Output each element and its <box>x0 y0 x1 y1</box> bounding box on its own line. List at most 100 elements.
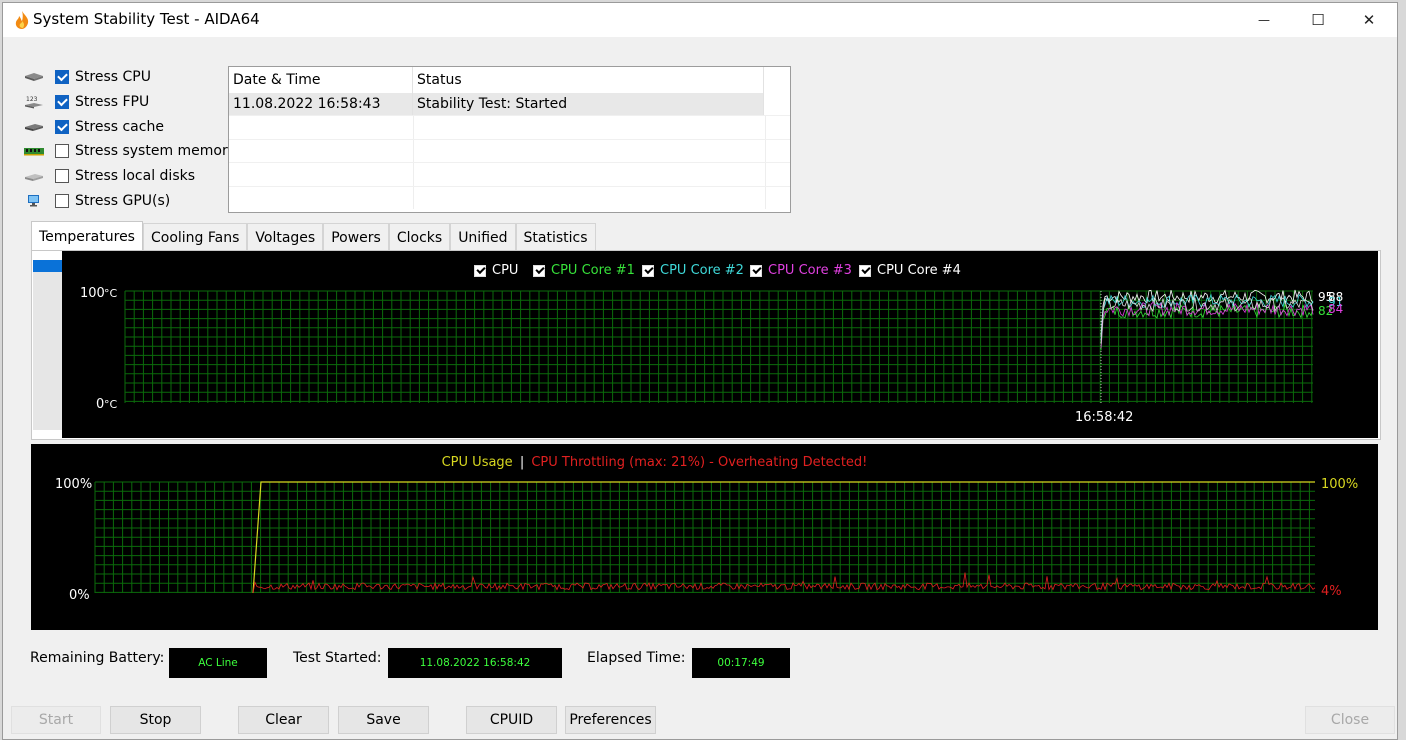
disk-drive-icon <box>25 174 43 182</box>
temperature-graph: CPU CPU Core #1 CPU Core #2 CPU Core #3 … <box>62 251 1378 438</box>
temp-series-5-line <box>1100 296 1314 344</box>
memory-module-icon <box>24 148 44 156</box>
log-empty-row <box>229 115 790 139</box>
stress-cache-option[interactable]: Stress cache <box>23 114 236 139</box>
legend-core1-checkbox[interactable] <box>533 264 545 277</box>
stress-gpu-checkbox[interactable] <box>55 193 69 208</box>
stress-gpu-option[interactable]: Stress GPU(s) <box>23 188 236 213</box>
legend-core3-checkbox[interactable] <box>750 264 762 277</box>
start-button[interactable]: Start <box>11 706 101 734</box>
graph-scroll-thumb[interactable] <box>33 260 62 272</box>
cpu-throttling-line <box>252 572 1316 594</box>
save-button[interactable]: Save <box>338 706 429 734</box>
maximize-icon: ☐ <box>1311 11 1325 29</box>
usage-title: CPU Usage <box>441 455 513 470</box>
log-empty-row <box>229 138 790 162</box>
preferences-button[interactable]: Preferences <box>565 706 656 734</box>
usage-graph-title: CPU Usage | CPU Throttling (max: 21%) - … <box>31 455 1278 470</box>
stress-disks-checkbox[interactable] <box>55 169 69 184</box>
temp-y-top-unit: °C <box>104 287 118 300</box>
temp-series-1-line <box>1100 289 1314 336</box>
test-started-value: 11.08.2022 16:58:42 <box>388 648 562 678</box>
graph-scroll-track[interactable] <box>33 260 62 430</box>
log-header-status[interactable]: Status <box>413 67 764 93</box>
temp-series-3-line <box>1100 293 1314 341</box>
stress-cpu-checkbox[interactable] <box>55 70 69 85</box>
stress-fpu-label: Stress FPU <box>75 94 150 111</box>
legend-core4-label: CPU Core #4 <box>877 263 961 278</box>
svg-text:123: 123 <box>26 96 38 103</box>
stress-cache-label: Stress cache <box>75 118 164 135</box>
tab-voltages[interactable]: Voltages <box>247 223 324 250</box>
stop-button[interactable]: Stop <box>110 706 201 734</box>
elapsed-time-label: Elapsed Time: <box>587 650 686 666</box>
tab-powers[interactable]: Powers <box>323 223 389 250</box>
temp-y-bottom-unit: °C <box>104 398 118 411</box>
stress-memory-label: Stress system memory <box>75 143 237 160</box>
stress-disks-option[interactable]: Stress local disks <box>23 164 236 189</box>
temp-end-value-5: 84 <box>1328 302 1343 316</box>
legend-cpu-label: CPU <box>492 263 519 278</box>
stress-cache-checkbox[interactable] <box>55 119 69 134</box>
minimize-button[interactable]: — <box>1238 3 1290 37</box>
temp-series-4-line <box>1100 301 1314 349</box>
legend-cpu-core-2[interactable]: CPU Core #2 <box>642 263 744 278</box>
legend-core3-label: CPU Core #3 <box>768 263 852 278</box>
throttle-title: CPU Throttling (max: 21%) - Overheating … <box>531 455 868 470</box>
elapsed-time-value: 00:17:49 <box>692 648 790 678</box>
legend-cpu-core-1[interactable]: CPU Core #1 <box>533 263 635 278</box>
stress-fpu-option[interactable]: 123 Stress FPU <box>23 90 236 115</box>
tab-unified[interactable]: Unified <box>450 223 516 250</box>
stress-cpu-option[interactable]: Stress CPU <box>23 65 236 90</box>
clear-button[interactable]: Clear <box>238 706 329 734</box>
stress-memory-option[interactable]: Stress system memory <box>23 139 236 164</box>
cpuid-button[interactable]: CPUID <box>466 706 557 734</box>
log-header-spacer <box>764 67 790 93</box>
legend-cpu-checkbox[interactable] <box>474 264 486 277</box>
gpu-monitor-icon <box>28 194 39 207</box>
tab-cooling-fans[interactable]: Cooling Fans <box>142 223 248 250</box>
maximize-button[interactable]: ☐ <box>1292 3 1344 37</box>
log-header-datetime[interactable]: Date & Time <box>229 67 413 93</box>
battery-label: Remaining Battery: <box>30 650 165 666</box>
log-empty-row <box>229 162 790 186</box>
minimize-icon: — <box>1258 13 1270 27</box>
title-separator: | <box>519 455 525 470</box>
cache-chip-icon <box>25 123 43 131</box>
stress-options-list: Stress CPU 123 Stress FPU Stress cache S… <box>23 65 236 213</box>
temp-series-2-line <box>1100 303 1314 351</box>
legend-core2-checkbox[interactable] <box>642 264 654 277</box>
flame-icon <box>15 11 29 29</box>
throttle-end-value-label: 4% <box>1321 584 1342 599</box>
temp-end-value-3: 88 <box>1328 290 1343 304</box>
stress-fpu-checkbox[interactable] <box>55 95 69 110</box>
stress-memory-checkbox[interactable] <box>55 144 69 159</box>
window-scrollbar[interactable] <box>1387 43 1395 693</box>
stress-cpu-label: Stress CPU <box>75 69 151 86</box>
log-empty-row <box>229 185 790 209</box>
usage-y-top-label: 100% <box>55 477 92 492</box>
tab-clocks[interactable]: Clocks <box>388 223 451 250</box>
legend-core4-checkbox[interactable] <box>859 264 871 277</box>
tab-statistics[interactable]: Statistics <box>515 223 596 250</box>
close-window-button[interactable]: ✕ <box>1343 3 1395 37</box>
fpu-123-icon: 123 <box>25 96 43 109</box>
legend-cpu-core-3[interactable]: CPU Core #3 <box>750 263 852 278</box>
legend-core2-label: CPU Core #2 <box>660 263 744 278</box>
title-bar[interactable]: System Stability Test - AIDA64 — ☐ ✕ <box>3 3 1397 37</box>
stress-gpu-label: Stress GPU(s) <box>75 192 171 209</box>
log-cell-status: Stability Test: Started <box>413 93 764 115</box>
legend-core1-label: CPU Core #1 <box>551 263 635 278</box>
legend-cpu-core-4[interactable]: CPU Core #4 <box>859 263 961 278</box>
tab-temperatures[interactable]: Temperatures <box>31 221 143 250</box>
cpu-chip-icon <box>25 73 43 82</box>
legend-cpu[interactable]: CPU <box>474 263 518 278</box>
temp-end-value-2: 91 <box>1328 295 1343 309</box>
log-row[interactable]: 11.08.2022 16:58:43 Stability Test: Star… <box>229 93 764 115</box>
stress-disks-label: Stress local disks <box>75 168 196 185</box>
close-button[interactable]: Close <box>1305 706 1395 734</box>
event-log-table[interactable]: Date & Time Status 11.08.2022 16:58:43 S… <box>228 66 791 213</box>
test-started-label: Test Started: <box>293 650 382 666</box>
stability-test-window: System Stability Test - AIDA64 — ☐ ✕ Str… <box>2 2 1398 740</box>
cpu-usage-graph: CPU Usage | CPU Throttling (max: 21%) - … <box>31 444 1378 630</box>
